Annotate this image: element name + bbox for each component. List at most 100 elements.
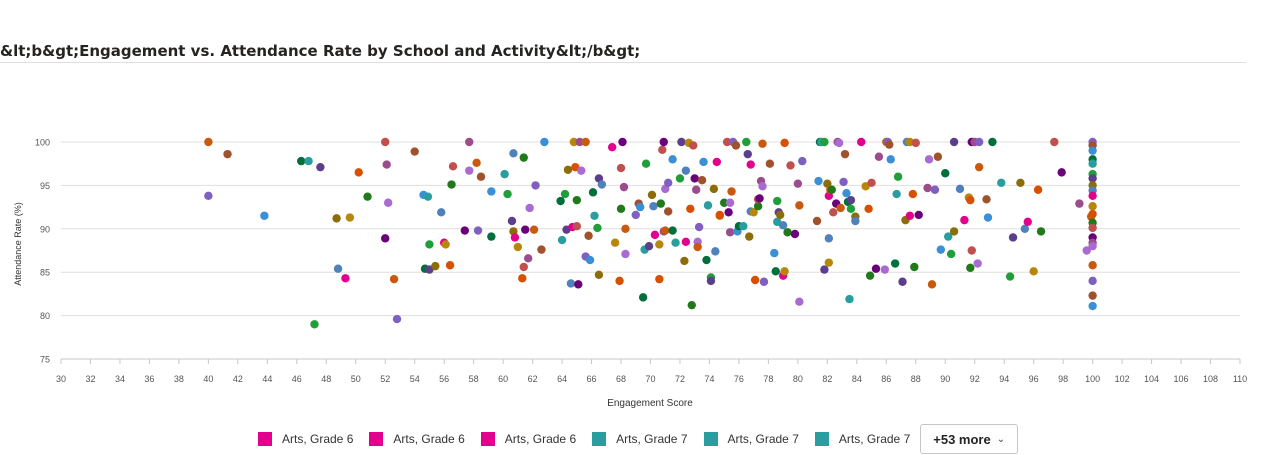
data-point[interactable] bbox=[260, 211, 269, 220]
data-point[interactable] bbox=[460, 226, 470, 235]
data-point[interactable] bbox=[911, 138, 920, 148]
data-point[interactable] bbox=[691, 185, 701, 194]
data-point[interactable] bbox=[655, 274, 664, 284]
data-point[interactable] bbox=[1088, 301, 1097, 311]
data-point[interactable] bbox=[529, 225, 539, 234]
data-point[interactable] bbox=[1088, 191, 1097, 201]
data-point[interactable] bbox=[445, 261, 455, 270]
data-point[interactable] bbox=[874, 152, 884, 161]
data-point[interactable] bbox=[585, 255, 595, 265]
data-point[interactable] bbox=[537, 245, 546, 254]
data-point[interactable] bbox=[1088, 241, 1097, 251]
data-point[interactable] bbox=[635, 202, 645, 212]
data-point[interactable] bbox=[500, 169, 509, 179]
data-point[interactable] bbox=[905, 211, 915, 220]
data-point[interactable] bbox=[681, 166, 691, 175]
data-point[interactable] bbox=[880, 265, 890, 274]
data-point[interactable] bbox=[783, 228, 792, 237]
data-point[interactable] bbox=[739, 221, 748, 231]
data-point[interactable] bbox=[354, 168, 363, 177]
data-point[interactable] bbox=[616, 204, 626, 214]
data-point[interactable] bbox=[588, 188, 598, 197]
legend-item[interactable]: Arts, Grade 7 bbox=[814, 432, 910, 446]
data-point[interactable] bbox=[786, 161, 795, 170]
data-point[interactable] bbox=[297, 156, 306, 166]
data-point[interactable] bbox=[304, 156, 313, 166]
data-point[interactable] bbox=[864, 204, 873, 214]
data-point[interactable] bbox=[584, 231, 593, 240]
data-point[interactable] bbox=[563, 165, 573, 174]
data-point[interactable] bbox=[1075, 199, 1084, 208]
data-point[interactable] bbox=[650, 230, 660, 240]
data-point[interactable] bbox=[988, 137, 997, 147]
data-point[interactable] bbox=[509, 149, 518, 158]
data-point[interactable] bbox=[725, 228, 735, 237]
data-point[interactable] bbox=[983, 213, 993, 222]
data-point[interactable] bbox=[566, 279, 576, 288]
data-point[interactable] bbox=[465, 137, 474, 147]
data-point[interactable] bbox=[487, 232, 496, 241]
data-point[interactable] bbox=[834, 138, 844, 148]
data-point[interactable] bbox=[675, 174, 685, 183]
data-point[interactable] bbox=[867, 178, 876, 187]
data-point[interactable] bbox=[770, 248, 779, 258]
data-point[interactable] bbox=[531, 181, 540, 190]
data-point[interactable] bbox=[778, 221, 788, 230]
data-point[interactable] bbox=[946, 249, 956, 259]
legend-item[interactable]: Arts, Grade 7 bbox=[703, 432, 799, 446]
data-point[interactable] bbox=[731, 141, 741, 150]
data-point[interactable] bbox=[519, 153, 528, 162]
data-point[interactable] bbox=[702, 255, 711, 265]
data-point[interactable] bbox=[690, 174, 699, 183]
data-point[interactable] bbox=[687, 300, 696, 310]
data-point[interactable] bbox=[755, 194, 764, 203]
data-point[interactable] bbox=[773, 196, 782, 206]
data-point[interactable] bbox=[423, 192, 433, 201]
data-point[interactable] bbox=[487, 187, 496, 196]
data-point[interactable] bbox=[910, 262, 919, 272]
data-point[interactable] bbox=[960, 215, 969, 225]
data-point[interactable] bbox=[814, 176, 823, 186]
data-point[interactable] bbox=[1023, 217, 1032, 227]
data-point[interactable] bbox=[659, 137, 668, 147]
data-point[interactable] bbox=[933, 152, 943, 161]
data-point[interactable] bbox=[775, 210, 785, 220]
data-point[interactable] bbox=[793, 179, 803, 188]
legend-item[interactable]: Arts, Grade 6 bbox=[258, 432, 353, 446]
data-point[interactable] bbox=[525, 203, 534, 213]
data-point[interactable] bbox=[982, 195, 991, 204]
data-point[interactable] bbox=[332, 214, 341, 223]
data-point[interactable] bbox=[631, 210, 640, 220]
data-point[interactable] bbox=[581, 137, 590, 147]
data-point[interactable] bbox=[593, 223, 602, 233]
data-point[interactable] bbox=[1008, 233, 1018, 242]
data-point[interactable] bbox=[607, 143, 617, 152]
data-point[interactable] bbox=[693, 242, 702, 252]
data-point[interactable] bbox=[694, 222, 704, 232]
data-point[interactable] bbox=[924, 155, 934, 164]
data-point[interactable] bbox=[686, 204, 695, 214]
data-point[interactable] bbox=[668, 226, 677, 235]
data-point[interactable] bbox=[839, 177, 848, 187]
data-point[interactable] bbox=[333, 264, 343, 273]
data-point[interactable] bbox=[780, 138, 789, 148]
data-point[interactable] bbox=[204, 191, 213, 201]
data-point[interactable] bbox=[661, 226, 670, 235]
data-point[interactable] bbox=[556, 196, 565, 206]
data-point[interactable] bbox=[829, 208, 838, 217]
data-point[interactable] bbox=[697, 175, 707, 185]
data-point[interactable] bbox=[425, 240, 434, 249]
data-point[interactable] bbox=[392, 314, 402, 324]
data-point[interactable] bbox=[1088, 202, 1097, 211]
data-point[interactable] bbox=[711, 247, 720, 256]
data-point[interactable] bbox=[865, 271, 875, 280]
data-point[interactable] bbox=[725, 198, 735, 207]
data-point[interactable] bbox=[1033, 185, 1043, 194]
data-point[interactable] bbox=[572, 221, 582, 231]
data-point[interactable] bbox=[381, 234, 390, 243]
data-point[interactable] bbox=[758, 139, 767, 148]
data-point[interactable] bbox=[914, 210, 923, 220]
data-point[interactable] bbox=[758, 182, 767, 191]
legend-item[interactable]: Arts, Grade 6 bbox=[369, 432, 465, 446]
data-point[interactable] bbox=[780, 267, 789, 276]
